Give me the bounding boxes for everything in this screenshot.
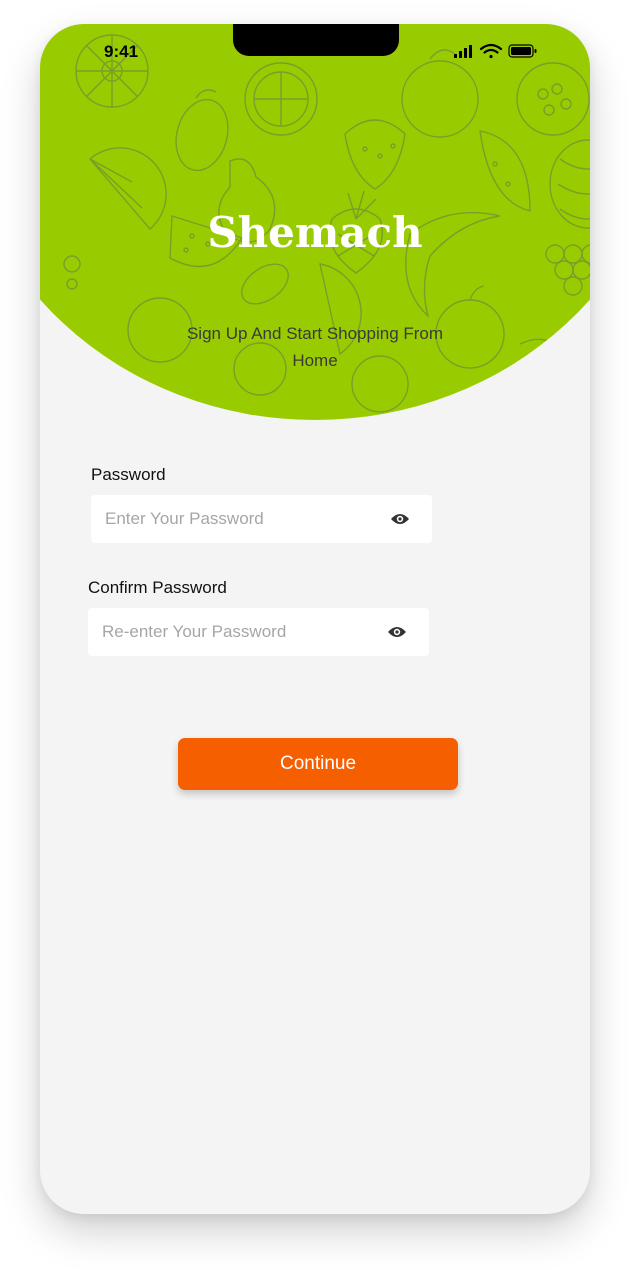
wifi-icon: [479, 43, 503, 59]
confirm-password-input[interactable]: [88, 608, 362, 656]
continue-button[interactable]: Continue: [178, 738, 458, 790]
device-notch: [233, 24, 399, 56]
password-field[interactable]: [91, 495, 432, 543]
confirm-password-field[interactable]: [88, 608, 429, 656]
confirm-password-label: Confirm Password: [88, 578, 227, 597]
phone-screen: 9:41 Shemach Sign Up And Start Shopping …: [40, 24, 590, 1214]
app-title: Shemach: [207, 208, 423, 257]
status-icons: [454, 43, 537, 59]
app-subtitle: Sign Up And Start Shopping From Home: [186, 324, 444, 370]
status-time: 9:41: [104, 42, 139, 61]
signal-icon: [454, 45, 472, 58]
battery-icon: [508, 44, 537, 58]
password-label: Password: [91, 465, 166, 484]
password-input[interactable]: [91, 495, 365, 543]
eye-icon[interactable]: [390, 510, 410, 528]
eye-icon[interactable]: [387, 623, 407, 641]
